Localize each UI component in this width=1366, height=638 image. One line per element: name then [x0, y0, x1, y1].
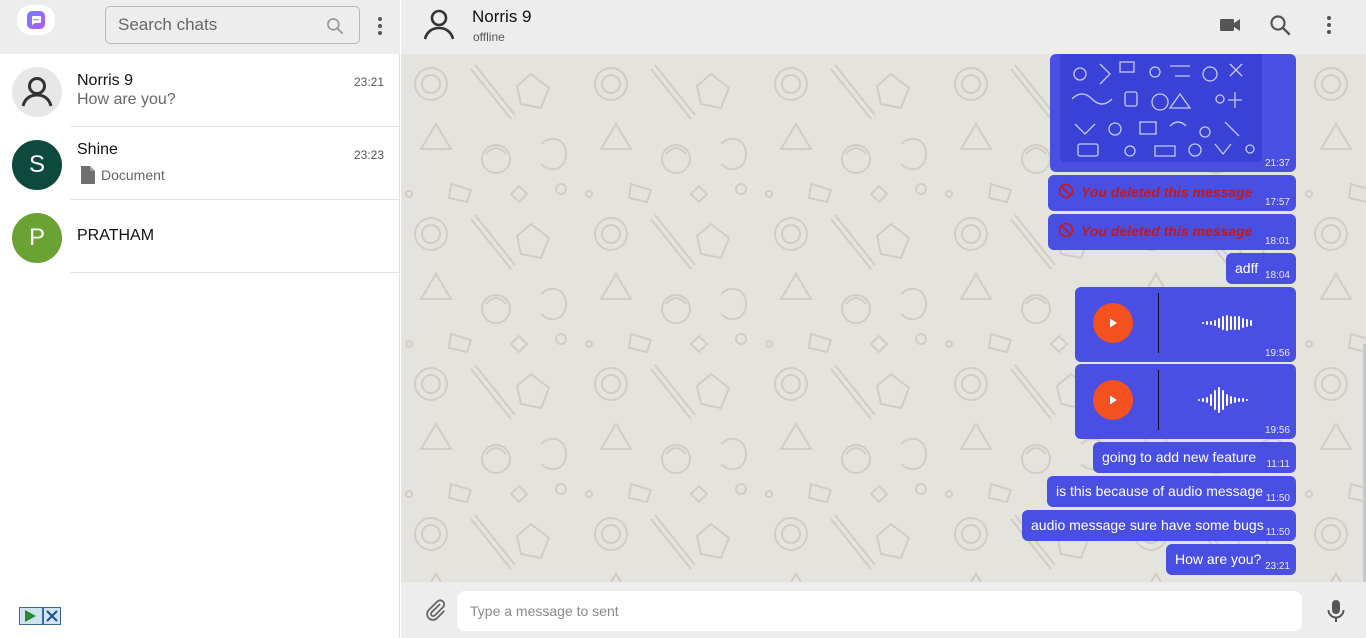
- avatar: S: [12, 140, 62, 190]
- image-thumbnail[interactable]: [1060, 54, 1262, 162]
- message-time: 19:56: [1264, 425, 1290, 436]
- chat-item-norris[interactable]: Norris 9 23:21 How are you?: [0, 54, 400, 127]
- play-button[interactable]: [1093, 303, 1133, 343]
- search-icon[interactable]: [325, 16, 345, 36]
- deleted-message[interactable]: You deleted this message 17:57: [1048, 175, 1296, 211]
- message-text: audio message sure have some bugs: [1031, 517, 1264, 533]
- text-message[interactable]: audio message sure have some bugs 11:50: [1022, 510, 1296, 541]
- chat-preview: Document: [80, 165, 165, 185]
- paperclip-icon[interactable]: [423, 598, 447, 622]
- image-message[interactable]: 21:37: [1050, 54, 1296, 172]
- deleted-message[interactable]: You deleted this message 18:01: [1048, 214, 1296, 250]
- chat-name: Norris 9: [77, 72, 134, 89]
- chat-time: 23:21: [353, 75, 384, 89]
- search-icon[interactable]: [1268, 13, 1292, 37]
- divider: [70, 272, 400, 273]
- play-icon: [1110, 395, 1117, 405]
- message-text: How are you?: [1175, 551, 1262, 567]
- search-box: [105, 6, 360, 44]
- chat-app-logo-icon[interactable]: [17, 5, 55, 35]
- message-area[interactable]: 21:37 You deleted this message 17:57 You…: [401, 54, 1366, 582]
- message-time: 19:56: [1264, 348, 1290, 359]
- text-message[interactable]: going to add new feature 11:11: [1093, 442, 1296, 473]
- audio-divider: [1158, 293, 1159, 353]
- message-time: 17:57: [1264, 197, 1290, 208]
- waveform-icon: [1202, 315, 1252, 331]
- message-text: going to add new feature: [1102, 449, 1257, 465]
- more-vert-icon[interactable]: [1317, 13, 1341, 37]
- avatar-letter: S: [28, 151, 45, 178]
- play-icon: [1110, 318, 1117, 328]
- chat-preview: How are you?: [77, 91, 176, 108]
- message-text: You deleted this message: [1081, 184, 1253, 200]
- chat-app: Norris 9 23:21 How are you? S Shine 23:2…: [0, 0, 1366, 638]
- chat-time: 23:23: [353, 148, 384, 162]
- message-time: 11:50: [1265, 527, 1290, 538]
- video-call-icon[interactable]: [1218, 13, 1242, 37]
- chat-name: PRATHAM: [77, 227, 155, 244]
- chat-item-pratham[interactable]: P PRATHAM: [0, 200, 400, 273]
- message-time: 23:21: [1264, 561, 1290, 572]
- audio-divider: [1158, 370, 1159, 430]
- conversation-header: Norris 9 offline: [401, 0, 1366, 54]
- search-input[interactable]: [118, 14, 318, 36]
- message-time: 11:11: [1266, 459, 1290, 470]
- ad-choices-icon[interactable]: [19, 607, 61, 625]
- avatar-letter: P: [28, 224, 45, 251]
- message-time: 18:01: [1264, 236, 1290, 247]
- document-label: Document: [101, 167, 165, 183]
- contact-name[interactable]: Norris 9: [472, 7, 532, 27]
- microphone-icon[interactable]: [1325, 599, 1347, 623]
- sidebar-header: [0, 0, 400, 54]
- ban-icon: [1058, 222, 1074, 238]
- chat-list: Norris 9 23:21 How are you? S Shine 23:2…: [0, 54, 400, 273]
- message-text: is this because of audio message: [1056, 483, 1264, 499]
- contact-status: offline: [473, 30, 505, 44]
- default-user-icon: [12, 67, 62, 117]
- audio-message[interactable]: 19:56: [1075, 287, 1296, 362]
- document-icon: [81, 166, 95, 184]
- chat-item-shine[interactable]: S Shine 23:23 Document: [0, 127, 400, 200]
- conversation-pane: Norris 9 offline 21:37 You deleted this …: [401, 0, 1366, 638]
- text-message[interactable]: adff 18:04: [1226, 253, 1296, 284]
- message-time: 21:37: [1264, 158, 1290, 169]
- message-time: 11:50: [1265, 493, 1290, 504]
- composer: [401, 582, 1366, 638]
- more-vert-icon[interactable]: [370, 13, 390, 39]
- text-message[interactable]: How are you? 23:21: [1166, 544, 1296, 575]
- sidebar: Norris 9 23:21 How are you? S Shine 23:2…: [0, 0, 400, 638]
- message-text: adff: [1235, 260, 1259, 276]
- play-button[interactable]: [1093, 380, 1133, 420]
- chat-name: Shine: [77, 141, 118, 158]
- ban-icon: [1058, 183, 1074, 199]
- waveform-icon: [1198, 387, 1248, 413]
- default-user-icon[interactable]: [419, 4, 459, 44]
- message-text: You deleted this message: [1081, 223, 1253, 239]
- message-input[interactable]: [457, 591, 1302, 631]
- message-time: 18:04: [1264, 270, 1290, 281]
- text-message[interactable]: is this because of audio message 11:50: [1047, 476, 1296, 507]
- audio-message[interactable]: 19:56: [1075, 364, 1296, 439]
- avatar: P: [12, 213, 62, 263]
